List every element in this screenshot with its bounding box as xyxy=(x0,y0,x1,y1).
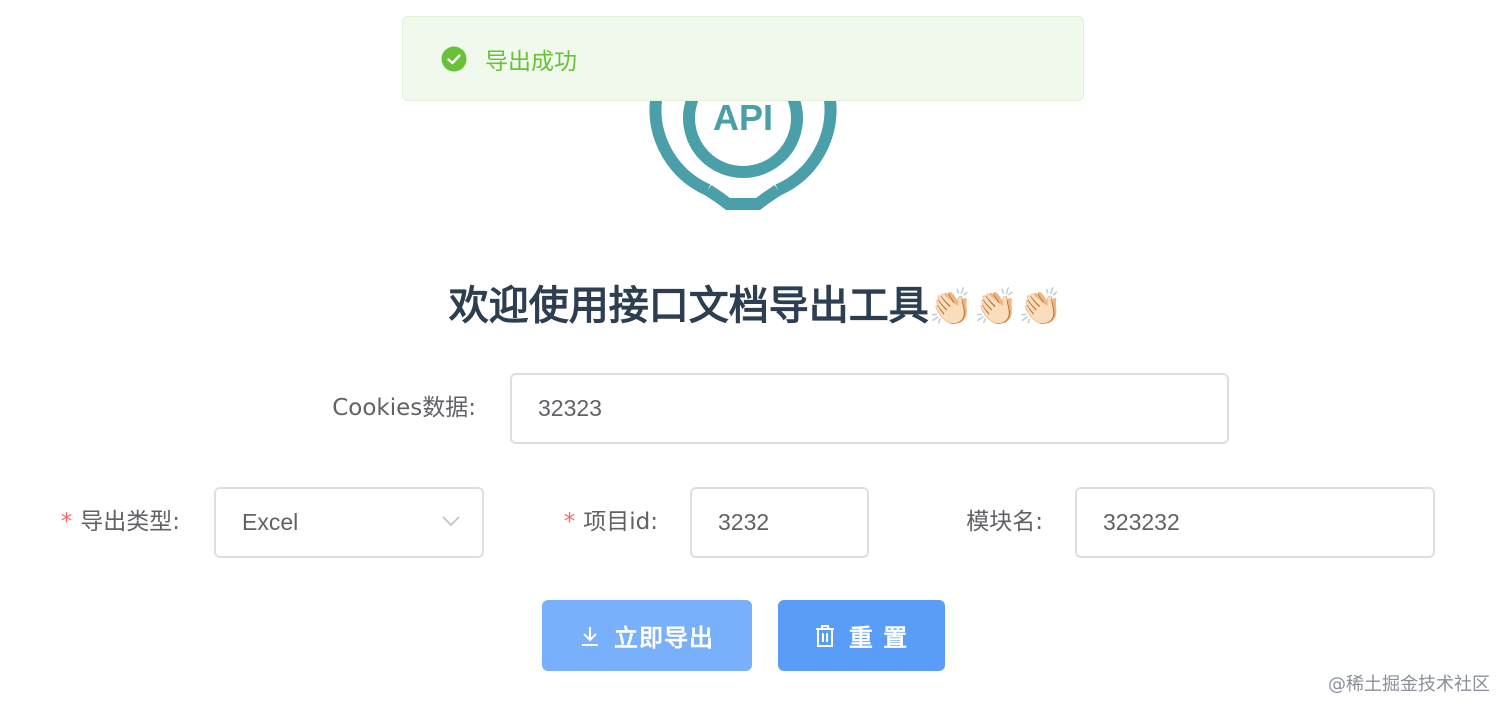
success-toast: 导出成功 xyxy=(402,16,1084,101)
download-icon xyxy=(582,626,598,646)
export-type-label: * 导出类型: xyxy=(60,509,180,535)
cookies-label: Cookies数据: xyxy=(332,395,476,421)
toast-message: 导出成功 xyxy=(485,48,577,75)
page-title-text: 欢迎使用接口文档导出工具 xyxy=(448,283,929,329)
trash-icon xyxy=(815,624,834,647)
clap-emoji: 👏🏻👏🏻👏🏻 xyxy=(928,287,1064,328)
logo-text: API xyxy=(713,97,773,138)
module-name-label: 模块名: xyxy=(966,509,1043,535)
project-id-input[interactable] xyxy=(718,509,867,536)
export-type-value: Excel xyxy=(242,509,299,535)
export-button[interactable]: 立即导出 xyxy=(542,600,752,671)
page-title: 欢迎使用接口文档导出工具👏🏻👏🏻👏🏻 xyxy=(0,276,1512,338)
project-id-input-wrapper[interactable] xyxy=(690,487,869,558)
reset-button[interactable]: 重 置 xyxy=(778,600,945,671)
module-name-input-wrapper[interactable] xyxy=(1075,487,1435,558)
chevron-down-icon xyxy=(442,516,460,527)
export-button-label: 立即导出 xyxy=(614,624,714,652)
watermark: @稀土掘金技术社区 xyxy=(1328,674,1490,695)
cookies-input[interactable] xyxy=(538,395,1227,422)
reset-button-label: 重 置 xyxy=(848,624,909,652)
export-type-select[interactable]: Excel xyxy=(214,487,484,558)
required-mark: * xyxy=(563,509,576,535)
required-mark: * xyxy=(60,509,73,535)
module-name-input[interactable] xyxy=(1103,509,1433,536)
cookies-input-wrapper[interactable] xyxy=(510,373,1229,444)
project-id-label: * 项目id: xyxy=(563,509,658,535)
check-circle-icon xyxy=(441,46,467,71)
